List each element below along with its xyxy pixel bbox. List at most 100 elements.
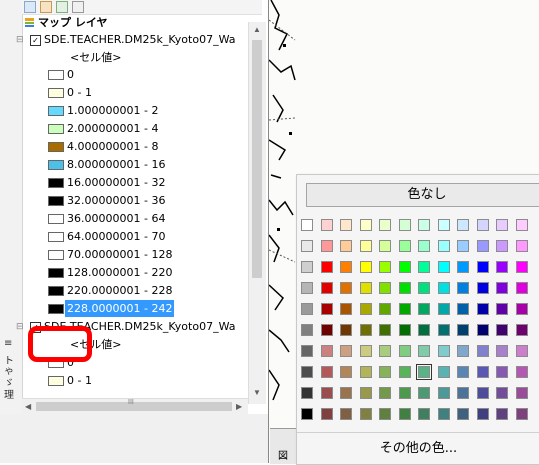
scroll-left-icon[interactable]: ◀ bbox=[25, 402, 31, 411]
color-swatch-cell[interactable] bbox=[418, 387, 430, 399]
color-swatch-cell[interactable] bbox=[320, 282, 333, 294]
class-row[interactable]: 4.000000001 - 8 bbox=[22, 138, 252, 155]
color-swatch-cell[interactable] bbox=[340, 282, 352, 294]
color-swatch-cell[interactable] bbox=[496, 261, 508, 273]
color-swatch-cell[interactable] bbox=[359, 219, 372, 231]
class-row[interactable]: 0 - 1 bbox=[22, 84, 252, 101]
color-swatch-cell[interactable] bbox=[457, 219, 469, 231]
color-swatch-cell[interactable] bbox=[301, 408, 313, 420]
color-swatch-cell[interactable] bbox=[457, 408, 469, 420]
color-swatch-cell[interactable] bbox=[515, 408, 528, 420]
class-row[interactable]: 70.00000001 - 128 bbox=[22, 246, 252, 263]
color-swatch-cell[interactable] bbox=[340, 408, 352, 420]
color-swatch-cell[interactable] bbox=[398, 345, 411, 357]
class-swatch[interactable] bbox=[48, 88, 64, 98]
color-swatch-cell[interactable] bbox=[379, 366, 391, 378]
collapse-icon[interactable]: ⊟ bbox=[16, 31, 24, 48]
color-swatch-cell[interactable] bbox=[457, 345, 469, 357]
class-swatch[interactable] bbox=[48, 178, 64, 188]
color-swatch-cell[interactable] bbox=[359, 240, 372, 252]
class-row-selected[interactable]: 228.0000001 - 242 bbox=[22, 300, 252, 317]
color-swatch-cell[interactable] bbox=[359, 261, 372, 273]
color-swatch-cell[interactable] bbox=[437, 324, 450, 336]
color-swatch-cell[interactable] bbox=[301, 219, 313, 231]
color-swatch-cell[interactable] bbox=[301, 366, 313, 378]
color-swatch-cell[interactable] bbox=[340, 240, 352, 252]
class-row[interactable]: 220.0000001 - 228 bbox=[22, 282, 252, 299]
color-swatch-cell[interactable] bbox=[476, 408, 489, 420]
color-swatch-cell[interactable] bbox=[320, 366, 333, 378]
color-swatch-cell[interactable] bbox=[359, 408, 372, 420]
color-swatch-cell[interactable] bbox=[437, 303, 450, 315]
color-swatch-cell[interactable] bbox=[301, 261, 313, 273]
color-swatch-cell[interactable] bbox=[398, 282, 411, 294]
color-swatch-cell[interactable] bbox=[398, 387, 411, 399]
color-swatch-cell[interactable] bbox=[496, 366, 508, 378]
color-swatch-cell[interactable] bbox=[379, 219, 391, 231]
class-row[interactable]: 128.0000001 - 220 bbox=[22, 264, 252, 281]
class-swatch[interactable] bbox=[48, 214, 64, 224]
color-swatch-cell[interactable] bbox=[398, 408, 411, 420]
color-swatch-cell[interactable] bbox=[496, 219, 508, 231]
color-swatch-cell[interactable] bbox=[437, 345, 450, 357]
scroll-right-icon[interactable]: ▶ bbox=[236, 402, 242, 411]
class-row[interactable]: 1.000000001 - 2 bbox=[22, 102, 252, 119]
color-swatch-cell[interactable] bbox=[437, 219, 450, 231]
color-swatch-cell[interactable] bbox=[476, 240, 489, 252]
color-swatch-cell[interactable] bbox=[496, 345, 508, 357]
horizontal-scrollbar[interactable]: ◀ III ▶ bbox=[22, 398, 248, 415]
vertical-scroll-thumb[interactable] bbox=[252, 40, 262, 278]
color-swatch-cell[interactable] bbox=[320, 261, 333, 273]
color-swatch-cell[interactable] bbox=[379, 261, 391, 273]
scroll-up-icon[interactable]: ▲ bbox=[253, 25, 261, 34]
color-swatch-cell[interactable] bbox=[515, 219, 528, 231]
color-swatch-cell[interactable] bbox=[437, 261, 450, 273]
color-swatch-cell[interactable] bbox=[515, 303, 528, 315]
color-swatch-cell[interactable] bbox=[437, 240, 450, 252]
color-swatch-cell[interactable] bbox=[476, 303, 489, 315]
color-swatch-cell[interactable] bbox=[379, 240, 391, 252]
color-swatch-cell[interactable] bbox=[398, 219, 411, 231]
color-swatch-cell[interactable] bbox=[437, 282, 450, 294]
color-swatch-cell[interactable] bbox=[359, 345, 372, 357]
color-swatch-cell[interactable] bbox=[496, 408, 508, 420]
color-swatch-cell[interactable] bbox=[476, 387, 489, 399]
class-swatch[interactable] bbox=[48, 196, 64, 206]
color-swatch-cell[interactable] bbox=[418, 303, 430, 315]
color-swatch-cell[interactable] bbox=[476, 366, 489, 378]
color-swatch-cell[interactable] bbox=[320, 345, 333, 357]
color-swatch-cell[interactable] bbox=[398, 366, 411, 378]
color-swatch-cell[interactable] bbox=[457, 366, 469, 378]
color-swatch-cell[interactable] bbox=[359, 387, 372, 399]
class-swatch[interactable] bbox=[48, 268, 64, 278]
color-swatch-cell[interactable] bbox=[457, 240, 469, 252]
color-swatch-cell[interactable] bbox=[457, 282, 469, 294]
color-swatch-cell[interactable] bbox=[515, 324, 528, 336]
color-swatch-cell[interactable] bbox=[340, 345, 352, 357]
color-swatch-cell[interactable] bbox=[418, 240, 430, 252]
color-swatch-cell[interactable] bbox=[320, 303, 333, 315]
color-swatch-cell[interactable] bbox=[496, 324, 508, 336]
class-row[interactable]: 64.00000001 - 70 bbox=[22, 228, 252, 245]
color-swatch-cell[interactable] bbox=[359, 324, 372, 336]
color-swatch-cell[interactable] bbox=[398, 303, 411, 315]
color-swatch-cell[interactable] bbox=[398, 324, 411, 336]
color-swatch-cell[interactable] bbox=[340, 366, 352, 378]
color-swatch-cell[interactable] bbox=[496, 282, 508, 294]
class-swatch[interactable] bbox=[48, 304, 64, 314]
color-swatch-cell[interactable] bbox=[515, 387, 528, 399]
color-swatch-cell[interactable] bbox=[437, 408, 450, 420]
class-row[interactable]: 8.000000001 - 16 bbox=[22, 156, 252, 173]
more-colors-button[interactable]: その他の色... bbox=[297, 437, 539, 461]
color-swatch-cell[interactable] bbox=[515, 366, 528, 378]
color-swatch-cell[interactable] bbox=[437, 366, 450, 378]
color-swatch-cell[interactable] bbox=[379, 387, 391, 399]
layer-row[interactable]: ⊟ ✓ SDE.TEACHER.DM25k_Kyoto07_Wa bbox=[16, 31, 252, 48]
color-swatch-cell[interactable] bbox=[379, 303, 391, 315]
color-swatch-cell[interactable] bbox=[320, 324, 333, 336]
class-row[interactable]: 36.00000001 - 64 bbox=[22, 210, 252, 227]
color-swatch-cell[interactable] bbox=[515, 345, 528, 357]
color-swatch-cell[interactable] bbox=[379, 282, 391, 294]
class-swatch[interactable] bbox=[48, 106, 64, 116]
color-swatch-cell[interactable] bbox=[418, 282, 430, 294]
